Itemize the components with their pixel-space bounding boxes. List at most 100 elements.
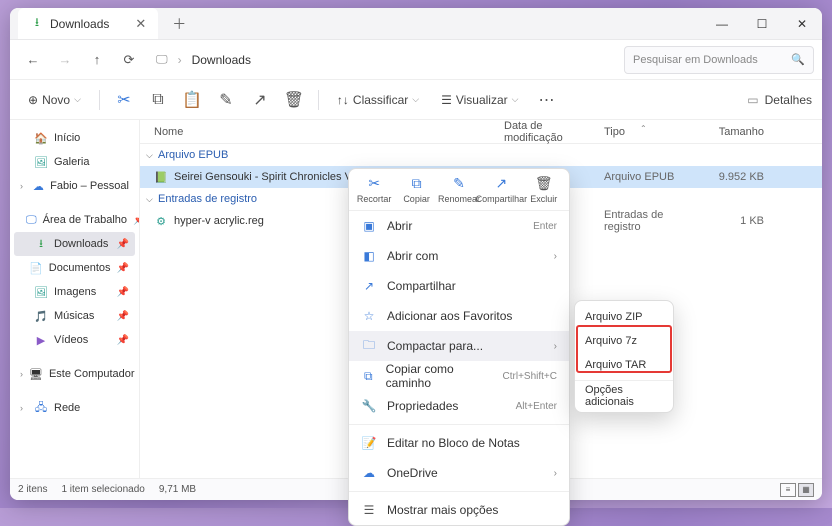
ctx-more[interactable]: ☰Mostrar mais opções — [349, 495, 569, 525]
paste-icon[interactable]: 📋 — [178, 86, 206, 114]
sidebar-desktop[interactable]: 🖵Área de Trabalho📌 — [14, 208, 135, 232]
share-icon[interactable]: ↗ — [246, 86, 274, 114]
home-icon: 🏠 — [34, 131, 48, 145]
details-button[interactable]: ▭ Detalhes — [747, 93, 812, 107]
tab-close-button[interactable]: ✕ — [135, 16, 146, 32]
sidebar-home[interactable]: 🏠Início — [14, 126, 135, 150]
search-placeholder: Pesquisar em Downloads — [633, 54, 758, 66]
details-icon: ▭ — [747, 93, 758, 107]
desktop-icon: 🖵 — [26, 213, 37, 227]
col-type[interactable]: Tipo⌃ — [604, 126, 694, 138]
breadcrumb-item[interactable]: Downloads — [192, 53, 251, 67]
col-name[interactable]: Nome — [154, 126, 504, 138]
close-button[interactable]: ✕ — [782, 8, 822, 40]
ctx-copy[interactable]: ⧉Copiar — [397, 175, 437, 204]
ctx-onedrive[interactable]: ☁OneDrive› — [349, 458, 569, 488]
openwith-icon: ◧ — [361, 249, 377, 263]
share-icon: ↗ — [361, 279, 377, 293]
submenu-more[interactable]: Opções adicionais — [575, 384, 673, 408]
forward-button[interactable]: → — [50, 46, 80, 74]
submenu-7z[interactable]: Arquivo 7z — [575, 329, 673, 353]
pictures-icon: 🖼 — [34, 285, 48, 299]
sidebar-user[interactable]: ›☁Fabio – Pessoal — [14, 174, 135, 198]
ctx-cut[interactable]: ✂Recortar — [354, 175, 394, 204]
notepad-icon: 📝 — [361, 436, 377, 450]
plus-icon: ⊕ — [28, 93, 38, 107]
delete-icon[interactable]: 🗑 — [280, 86, 308, 114]
pin-icon: 📌 — [133, 215, 140, 226]
status-count: 2 itens — [18, 484, 47, 495]
more-icon: ☰ — [361, 503, 377, 517]
copy-icon[interactable]: ⧉ — [144, 86, 172, 114]
sidebar-pictures[interactable]: 🖼Imagens📌 — [14, 280, 135, 304]
path-icon: ⧉ — [361, 369, 376, 384]
submenu-tar[interactable]: Arquivo TAR — [575, 353, 673, 377]
ctx-rename[interactable]: ✎Renomear — [439, 175, 479, 204]
toolbar: ⊕ Novo ⌵ ✂ ⧉ 📋 ✎ ↗ 🗑 ↑↓ Classificar ⌵ ☰ … — [10, 80, 822, 120]
cut-icon: ✂ — [368, 175, 380, 192]
context-menu: ✂Recortar ⧉Copiar ✎Renomear ↗Compartilha… — [348, 168, 570, 526]
new-tab-button[interactable]: ＋ — [172, 14, 186, 34]
submenu-zip[interactable]: Arquivo ZIP — [575, 305, 673, 329]
new-button[interactable]: ⊕ Novo ⌵ — [20, 86, 89, 114]
nav-row: ← → ↑ ⟳ 🖵 › Downloads Pesquisar em Downl… — [10, 40, 822, 80]
maximize-button[interactable]: ☐ — [742, 8, 782, 40]
download-icon: ⭳ — [30, 17, 44, 31]
chevron-right-icon: › — [554, 341, 557, 352]
sidebar: 🏠Início 🖼Galeria ›☁Fabio – Pessoal 🖵Área… — [10, 120, 140, 478]
sidebar-videos[interactable]: ▶Vídeos📌 — [14, 328, 135, 352]
col-date[interactable]: Data de modificação — [504, 120, 604, 144]
more-button[interactable]: ⋯ — [532, 86, 560, 114]
ctx-properties[interactable]: 🔧PropriedadesAlt+Enter — [349, 391, 569, 421]
window-controls: — ☐ ✕ — [702, 8, 822, 40]
reg-icon: ⚙ — [154, 214, 168, 228]
view-button[interactable]: ☰ Visualizar ⌵ — [433, 86, 526, 114]
group-epub[interactable]: ⌵Arquivo EPUB — [140, 144, 822, 166]
col-size[interactable]: Tamanho — [694, 126, 764, 138]
status-size: 9,71 MB — [159, 484, 196, 495]
ctx-copy-path[interactable]: ⧉Copiar como caminhoCtrl+Shift+C — [349, 361, 569, 391]
column-headers: Nome Data de modificação Tipo⌃ Tamanho — [140, 120, 822, 144]
chevron-right-icon: › — [554, 251, 557, 262]
ctx-share-item[interactable]: ↗Compartilhar — [349, 271, 569, 301]
back-button[interactable]: ← — [18, 46, 48, 74]
sidebar-documents[interactable]: 📄Documentos📌 — [14, 256, 135, 280]
network-icon: 🖧 — [34, 401, 48, 415]
compress-submenu: Arquivo ZIP Arquivo 7z Arquivo TAR Opçõe… — [574, 300, 674, 413]
folder-icon: 🗀 — [361, 336, 377, 357]
tab-downloads[interactable]: ⭳ Downloads ✕ — [18, 8, 158, 39]
ctx-notepad[interactable]: 📝Editar no Bloco de Notas — [349, 428, 569, 458]
ctx-open[interactable]: ▣AbrirEnter — [349, 211, 569, 241]
delete-icon: 🗑 — [535, 175, 553, 192]
file-type: Arquivo EPUB — [604, 171, 694, 183]
view-grid-button[interactable]: ▦ — [798, 483, 814, 497]
sidebar-downloads[interactable]: ⭳Downloads📌 — [14, 232, 135, 256]
up-button[interactable]: ↑ — [82, 46, 112, 74]
sort-icon: ↑↓ — [337, 93, 349, 107]
sidebar-gallery[interactable]: 🖼Galeria — [14, 150, 135, 174]
status-selected: 1 item selecionado — [61, 484, 144, 495]
ctx-open-with[interactable]: ◧Abrir com› — [349, 241, 569, 271]
search-icon: 🔍 — [791, 53, 805, 66]
sort-button[interactable]: ↑↓ Classificar ⌵ — [329, 86, 427, 114]
refresh-button[interactable]: ⟳ — [114, 46, 144, 74]
sidebar-network[interactable]: ›🖧Rede — [14, 396, 135, 420]
ctx-delete[interactable]: 🗑Excluir — [524, 175, 564, 204]
ctx-compress[interactable]: 🗀Compactar para...› — [349, 331, 569, 361]
share-icon: ↗ — [495, 175, 507, 192]
view-list-button[interactable]: ≡ — [780, 483, 796, 497]
file-type: Entradas de registro — [604, 209, 694, 233]
minimize-button[interactable]: — — [702, 8, 742, 40]
cut-icon[interactable]: ✂ — [110, 86, 138, 114]
sidebar-music[interactable]: 🎵Músicas📌 — [14, 304, 135, 328]
tab-label: Downloads — [50, 17, 109, 31]
breadcrumb[interactable]: 🖵 › Downloads — [146, 46, 622, 74]
ctx-favorite[interactable]: ☆Adicionar aos Favoritos — [349, 301, 569, 331]
download-icon: ⭳ — [34, 237, 48, 251]
sidebar-thispc[interactable]: ›🖥Este Computador — [14, 362, 135, 386]
ctx-share[interactable]: ↗Compartilhar — [481, 175, 521, 204]
file-size: 9.952 KB — [694, 171, 764, 183]
search-input[interactable]: Pesquisar em Downloads 🔍 — [624, 46, 814, 74]
cloud-icon: ☁ — [33, 179, 45, 193]
rename-icon[interactable]: ✎ — [212, 86, 240, 114]
